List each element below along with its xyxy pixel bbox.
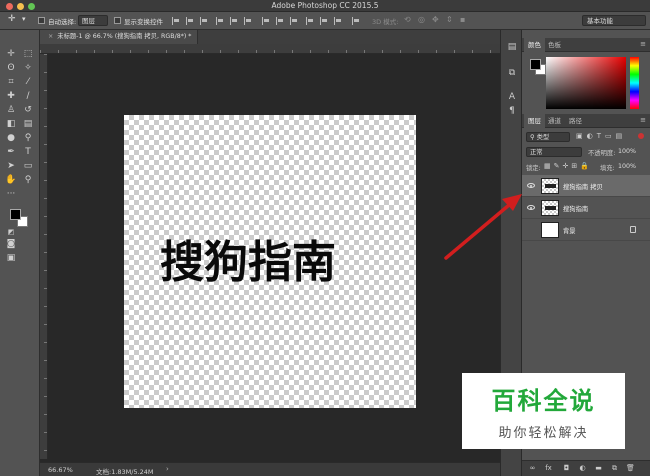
watermark-title: 百科全说: [491, 387, 596, 415]
photoshop-window: Adobe Photoshop CC 2015.5 ✛ ▾ 自动选择: 图层 显…: [0, 0, 650, 476]
color-panel-fg-swatch[interactable]: [530, 59, 541, 70]
foreground-color-swatch[interactable]: [10, 209, 21, 220]
watermark-subtitle: 助你轻松解决: [498, 426, 589, 441]
watermark-logo: 百科全说 助你轻松解决: [462, 373, 625, 449]
